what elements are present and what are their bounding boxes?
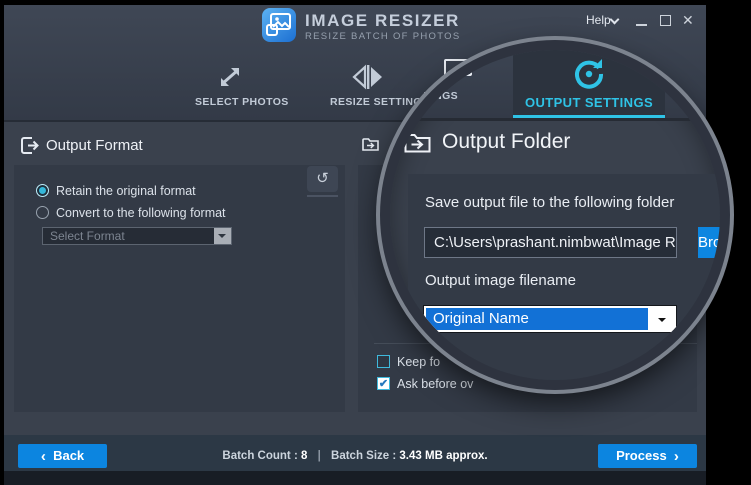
process-button-label: Process bbox=[616, 448, 667, 463]
app-title: IMAGE RESIZER bbox=[305, 11, 460, 31]
app-tagline: RESIZE BATCH OF PHOTOS bbox=[305, 31, 460, 42]
maximize-button[interactable] bbox=[660, 15, 671, 26]
format-select-dropdown[interactable]: Select Format bbox=[42, 227, 232, 245]
ask-overwrite-checkbox[interactable]: ✔ bbox=[377, 377, 390, 390]
app-logo-icon bbox=[262, 8, 296, 42]
batch-size-label: Batch Size : bbox=[331, 450, 396, 462]
process-button[interactable]: Process › bbox=[598, 444, 697, 468]
output-format-icon bbox=[20, 136, 39, 155]
dropdown-arrow-icon bbox=[218, 234, 226, 238]
reset-underline bbox=[307, 195, 338, 197]
tab-output-settings[interactable]: OUTPUT SETTINGS bbox=[513, 50, 665, 118]
save-folder-label: Save output file to the following folder bbox=[425, 194, 674, 211]
reset-button[interactable]: ↺ bbox=[307, 166, 338, 192]
browse-button[interactable]: Browse bbox=[698, 227, 730, 258]
dropdown-arrow-icon bbox=[658, 318, 666, 322]
output-settings-icon bbox=[573, 58, 605, 90]
output-folder-icon bbox=[404, 132, 431, 156]
tab-output-settings-label: OUTPUT SETTINGS bbox=[513, 95, 665, 110]
output-folder-icon-small bbox=[362, 137, 379, 152]
output-filename-label: Output image filename bbox=[425, 272, 576, 289]
radio-convert-format[interactable] bbox=[36, 206, 49, 219]
filename-combobox-value: Original Name bbox=[426, 308, 648, 330]
magnifier-lens: TINGS OUTPUT SETTINGS Output Folder Save… bbox=[380, 40, 730, 390]
keep-folder-checkbox[interactable] bbox=[377, 355, 390, 368]
radio-convert-label[interactable]: Convert to the following format bbox=[56, 206, 226, 220]
batch-size-value: 3.43 MB approx. bbox=[399, 450, 487, 462]
lens-tab-three-partial: TINGS bbox=[424, 90, 458, 102]
help-menu[interactable]: Help bbox=[586, 13, 611, 27]
batch-separator: | bbox=[318, 450, 321, 462]
process-chevron-icon: › bbox=[674, 448, 679, 465]
select-photos-icon bbox=[216, 64, 244, 90]
batch-count-value: 8 bbox=[301, 450, 307, 462]
app-window: IMAGE RESIZER RESIZE BATCH OF PHOTOS Hel… bbox=[0, 0, 751, 485]
lens-tabbar-divider bbox=[390, 118, 720, 121]
batch-count-label: Batch Count : bbox=[222, 450, 297, 462]
output-format-title: Output Format bbox=[46, 137, 143, 154]
radio-retain-label[interactable]: Retain the original format bbox=[56, 184, 196, 198]
filename-combobox-arrow-button[interactable] bbox=[650, 308, 674, 330]
close-button[interactable]: ✕ bbox=[682, 12, 694, 29]
format-select-arrow-button[interactable] bbox=[214, 228, 231, 244]
filename-combobox[interactable]: Original Name bbox=[423, 305, 677, 333]
radio-retain-format[interactable] bbox=[36, 184, 49, 197]
output-format-panel bbox=[14, 165, 345, 412]
output-folder-path-input[interactable]: C:\Users\prashant.nimbwat\Image Res... bbox=[424, 227, 677, 258]
resize-settings-icon bbox=[352, 64, 384, 90]
output-folder-title: Output Folder bbox=[442, 130, 570, 154]
window-bottom-edge bbox=[4, 471, 706, 485]
tab-select-photos[interactable]: SELECT PHOTOS bbox=[195, 96, 289, 108]
minimize-button[interactable] bbox=[636, 24, 647, 26]
lens-tab-three-icon bbox=[444, 58, 472, 76]
